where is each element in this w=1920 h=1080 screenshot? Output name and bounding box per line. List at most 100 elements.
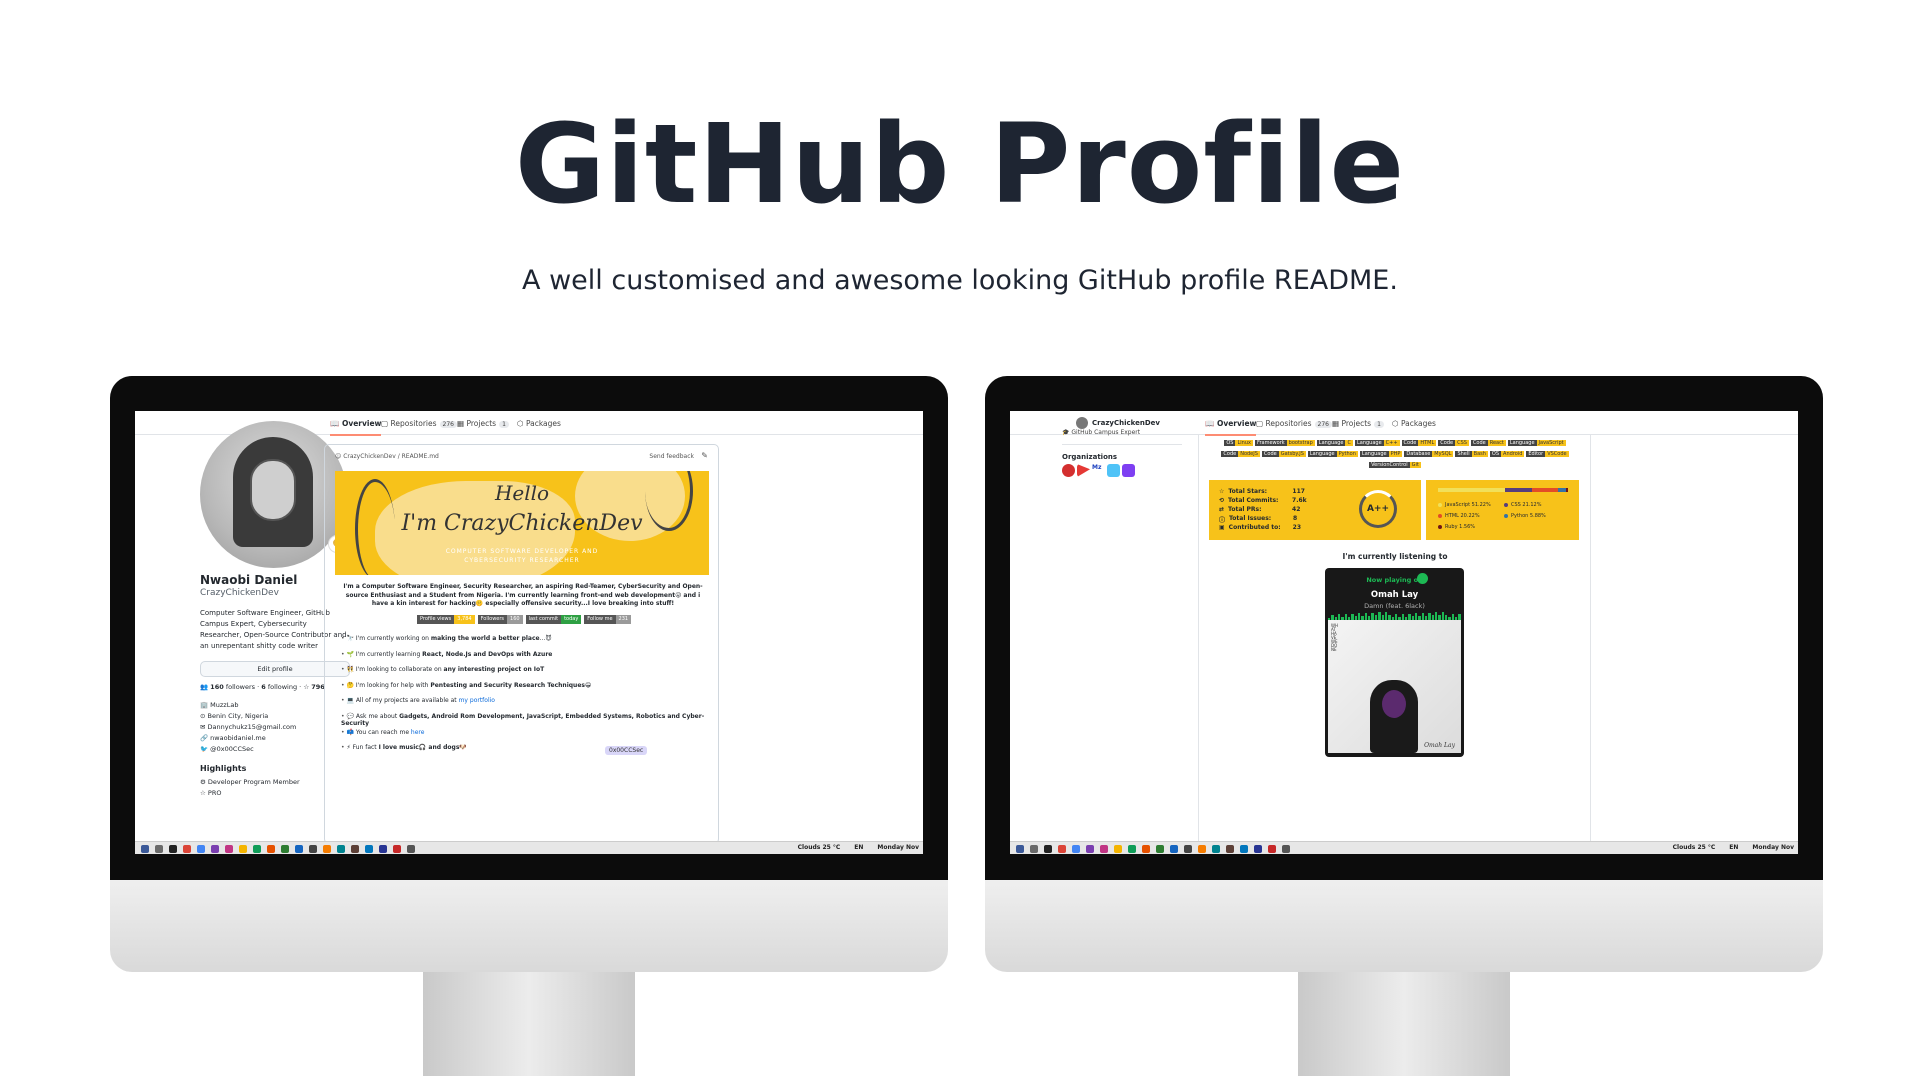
twitter[interactable]: 🐦 @0x00CCSec bbox=[200, 745, 254, 753]
tech-badge[interactable]: Shell Bash bbox=[1455, 450, 1488, 458]
organizations-title: Organizations bbox=[1062, 453, 1118, 461]
org-avatar bbox=[1107, 464, 1120, 477]
badge[interactable]: Profile views 3,784 bbox=[417, 615, 475, 624]
list-item: 💻 All of my projects are available at my… bbox=[341, 697, 711, 713]
sticky-user[interactable]: CrazyChickenDev bbox=[1076, 417, 1160, 429]
top-languages-card: JavaScript 51.22% CSS 21.12% HTML 20.22% Py… bbox=[1426, 480, 1579, 540]
taskbar: Clouds 25 °C EN Monday Nov bbox=[1010, 841, 1798, 854]
following-label[interactable]: following bbox=[268, 683, 297, 691]
tech-badge[interactable]: Framework bootstrap bbox=[1254, 439, 1315, 447]
monitor-chin bbox=[110, 880, 948, 972]
tech-badge[interactable]: OS Android bbox=[1489, 450, 1525, 458]
tech-badge[interactable]: Language JavaScript bbox=[1507, 439, 1566, 447]
tech-badge[interactable]: Language PHP bbox=[1359, 450, 1403, 458]
followers-label[interactable]: followers bbox=[226, 683, 255, 691]
visualizer-bar bbox=[1441, 612, 1445, 620]
language-legend-item: Ruby 1.56% bbox=[1438, 524, 1475, 530]
banner-hello: Hello bbox=[494, 481, 550, 505]
tech-badges: OS Linux Framework bootstrap Language C Langua… bbox=[1210, 438, 1580, 471]
link-icon: 🔗 bbox=[200, 734, 209, 742]
spotify-icon bbox=[1417, 573, 1428, 584]
tab-projects[interactable]: ▦ Projects 1 bbox=[457, 419, 509, 428]
readme-path[interactable]: ☺ CrazyChickenDev / README.md bbox=[335, 453, 439, 460]
badge[interactable]: Follow me 231 bbox=[584, 615, 632, 624]
language-legend-item: CSS 21.12% bbox=[1504, 502, 1542, 508]
readme-intro: I'm a Computer Software Engineer, Securi… bbox=[343, 583, 703, 607]
list-item: 🤔 I'm looking for help with Pentesting a… bbox=[341, 682, 711, 698]
readme-link[interactable]: here bbox=[411, 729, 425, 736]
website[interactable]: 🔗 nwaobidaniel.me bbox=[200, 734, 266, 742]
album-art: WHAT HAVE WE DONE Omah Lay bbox=[1328, 620, 1461, 753]
tech-badge[interactable]: Database MySQL bbox=[1404, 450, 1454, 458]
follow-stats: 👥 160 followers · 6 following · ☆ 796 bbox=[200, 683, 325, 691]
org-avatar bbox=[1122, 464, 1135, 477]
org-avatar: Mz bbox=[1092, 464, 1105, 477]
stat-icon: ☆ bbox=[1219, 488, 1225, 495]
language-segment bbox=[1438, 488, 1505, 492]
stat-row: ▣ Contributed to: 23 bbox=[1219, 524, 1302, 531]
twitter-icon: 🐦 bbox=[200, 745, 209, 753]
tech-badge[interactable]: Code NodeJS bbox=[1221, 450, 1260, 458]
badge[interactable]: Followers 160 bbox=[477, 615, 523, 624]
tab-overview[interactable]: 📖 Overview bbox=[330, 419, 382, 436]
smile-icon: ☺ bbox=[335, 453, 342, 460]
tech-badge[interactable]: Language C bbox=[1316, 439, 1353, 447]
tech-badge[interactable]: VersionControl Git bbox=[1369, 461, 1421, 469]
artist-name: Omah Lay bbox=[1370, 590, 1419, 600]
tech-badge[interactable]: Editor VSCode bbox=[1526, 450, 1569, 458]
pencil-icon[interactable]: ✎ bbox=[701, 451, 708, 460]
tech-badge[interactable]: Language C++ bbox=[1354, 439, 1400, 447]
tech-badge[interactable]: OS Linux bbox=[1224, 439, 1253, 447]
stat-row: ⟲ Total Commits: 7.6k bbox=[1219, 497, 1307, 504]
list-item: 🌱 I'm currently learning React, Node.Js … bbox=[341, 651, 711, 667]
language-text: EN bbox=[1729, 844, 1739, 851]
stat-row: ☆ Total Stars: 117 bbox=[1219, 488, 1305, 495]
followers-count[interactable]: 160 bbox=[210, 683, 224, 691]
tab-repositories[interactable]: ▢ Repositories 276 bbox=[1256, 419, 1332, 428]
list-item: 🔭 I'm currently working on making the wo… bbox=[341, 635, 711, 651]
monitor-stand bbox=[423, 972, 635, 1076]
list-item: 💬 Ask me about Gadgets, Android Rom Deve… bbox=[341, 713, 711, 729]
date-text: Monday Nov bbox=[877, 844, 919, 851]
tab-repositories[interactable]: ▢ Repositories 276 bbox=[381, 419, 457, 428]
tech-badge[interactable]: Language Python bbox=[1307, 450, 1358, 458]
taskbar-apps[interactable] bbox=[141, 845, 641, 853]
following-count[interactable]: 6 bbox=[261, 683, 266, 691]
system-tray[interactable]: Clouds 25 °C EN Monday Nov bbox=[798, 844, 919, 851]
profile-name: Nwaobi Daniel bbox=[200, 573, 298, 587]
readme-link[interactable]: my portfolio bbox=[459, 697, 495, 704]
monitor-left: 📖 Overview ▢ Repositories 276 ▦ Projects 1… bbox=[110, 376, 948, 1076]
campus-expert: 🎓 GitHub Campus Expert bbox=[1062, 429, 1141, 436]
avatar bbox=[1076, 417, 1088, 429]
banner-name: I'm CrazyChickenDev bbox=[401, 511, 643, 536]
audio-visualizer bbox=[1328, 612, 1461, 620]
send-feedback-link[interactable]: Send feedback bbox=[649, 453, 694, 460]
location-icon: ⊙ bbox=[200, 712, 206, 720]
visualizer-bar bbox=[1371, 612, 1374, 620]
tab-packages[interactable]: ⬡ Packages bbox=[517, 419, 561, 428]
taskbar-apps[interactable] bbox=[1016, 845, 1516, 853]
list-item: ⚡ Fun fact I love music🎧 and dogs🐶 bbox=[341, 744, 711, 760]
readme-banner: Hello I'm CrazyChickenDev COMPUTER SOFTW… bbox=[335, 471, 709, 575]
organization-list[interactable]: Mz bbox=[1062, 464, 1135, 477]
hero-title: GitHub Profile bbox=[514, 100, 1406, 228]
album-signature: Omah Lay bbox=[1424, 742, 1455, 749]
spotify-card[interactable]: Now playing on Omah Lay Damn (feat. 6lac… bbox=[1325, 568, 1464, 757]
system-tray[interactable]: Clouds 25 °C EN Monday Nov bbox=[1673, 844, 1794, 851]
tab-packages[interactable]: ⬡ Packages bbox=[1392, 419, 1436, 428]
readme-bullets: 🔭 I'm currently working on making the wo… bbox=[341, 635, 711, 760]
tab-overview[interactable]: 📖 Overview bbox=[1205, 419, 1257, 436]
badge[interactable]: last commit today bbox=[525, 615, 582, 624]
stars-count[interactable]: 796 bbox=[311, 683, 325, 691]
tech-badge[interactable]: Code React bbox=[1470, 439, 1506, 447]
tech-badge[interactable]: Code HTML bbox=[1401, 439, 1437, 447]
email[interactable]: ✉ Dannychukz15@gmail.com bbox=[200, 723, 296, 731]
visualizer-bar bbox=[1435, 612, 1438, 620]
banner-subtitle: COMPUTER SOFTWARE DEVELOPER AND CYBERSEC… bbox=[445, 548, 599, 564]
profile-username: CrazyChickenDev bbox=[200, 588, 279, 598]
screen-right: CrazyChickenDev 📖 Overview ▢ Repositorie… bbox=[1010, 411, 1798, 854]
tech-badge[interactable]: Code Gatsby.JS bbox=[1261, 450, 1306, 458]
tech-badge[interactable]: Code CSS bbox=[1438, 439, 1469, 447]
tab-projects[interactable]: ▦ Projects 1 bbox=[1332, 419, 1384, 428]
star-icon: ☆ bbox=[303, 683, 310, 691]
